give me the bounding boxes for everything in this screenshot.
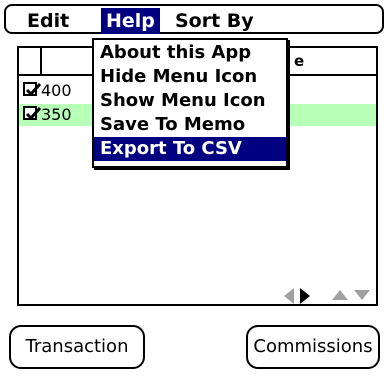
transaction-button[interactable]: Transaction xyxy=(9,325,145,369)
scroll-right-arrow-icon[interactable] xyxy=(298,286,312,306)
scroll-up-arrow-icon[interactable] xyxy=(330,288,350,302)
menu-help[interactable]: Help xyxy=(101,8,160,34)
checkmark-icon xyxy=(25,106,42,121)
checkmark-icon xyxy=(25,82,42,97)
help-menu-dropdown: About this App Hide Menu Icon Show Menu … xyxy=(92,38,288,168)
row-checkbox[interactable] xyxy=(23,82,42,97)
menu-item-save-to-memo[interactable]: Save To Memo xyxy=(94,113,286,137)
row-checkbox[interactable] xyxy=(23,106,42,121)
menu-item-export-to-csv[interactable]: Export To CSV xyxy=(94,137,286,161)
scroll-left-arrow-icon[interactable] xyxy=(282,286,296,306)
commissions-button[interactable]: Commissions xyxy=(246,325,380,369)
menu-edit[interactable]: Edit xyxy=(22,8,74,34)
scroll-down-arrow-icon[interactable] xyxy=(352,288,372,302)
list-header-label: e xyxy=(294,52,305,70)
menu-sort-by[interactable]: Sort By xyxy=(170,8,259,34)
menu-item-show-menu-icon[interactable]: Show Menu Icon xyxy=(94,89,286,113)
header-divider xyxy=(40,46,42,76)
row-value: 350 xyxy=(41,105,72,124)
row-value: 400 xyxy=(41,81,72,100)
menu-item-about[interactable]: About this App xyxy=(94,41,286,65)
menu-item-hide-menu-icon[interactable]: Hide Menu Icon xyxy=(94,65,286,89)
menu-bar: Edit Help Sort By xyxy=(4,4,384,34)
